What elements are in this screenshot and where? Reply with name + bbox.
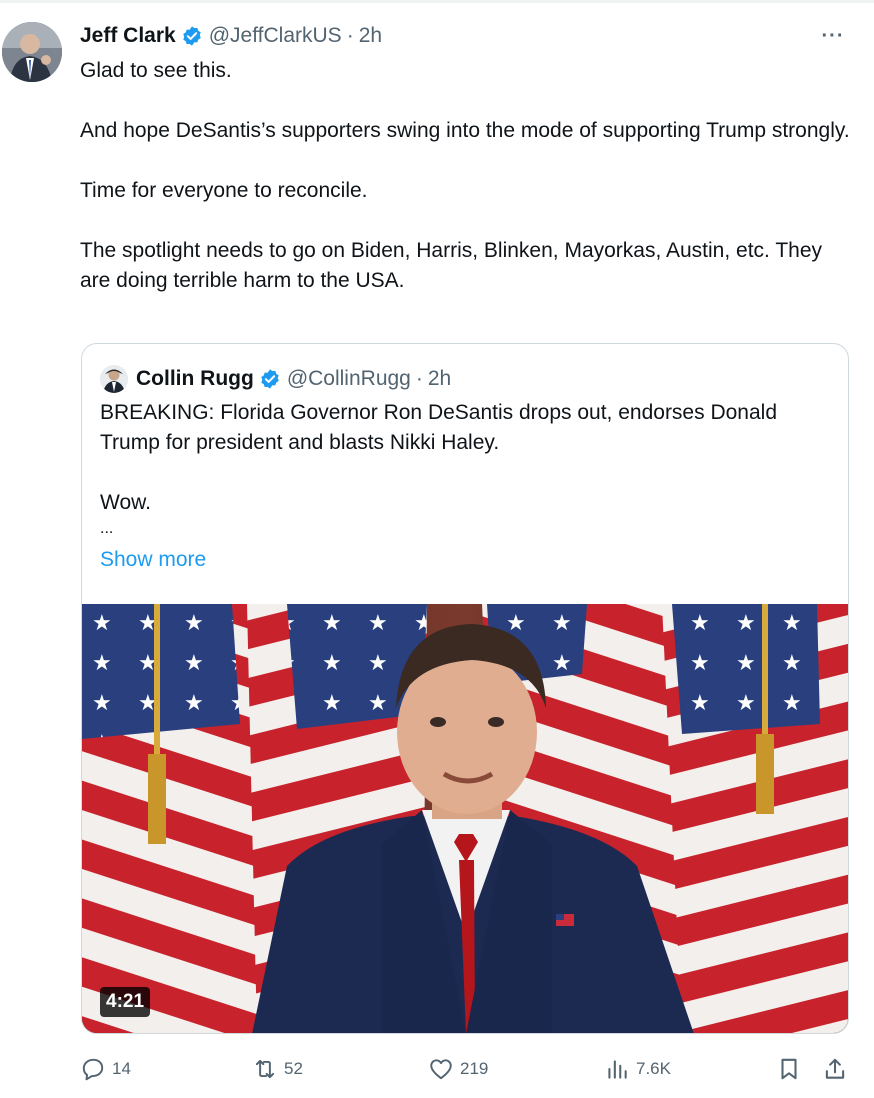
- tweet-paragraph: Time for everyone to reconcile.: [80, 179, 368, 202]
- retweet-count: 52: [284, 1059, 303, 1078]
- like-button[interactable]: 219: [428, 1052, 488, 1086]
- tweet-paragraph: The spotlight needs to go on Biden, Harr…: [80, 239, 823, 292]
- quoted-tweet-header: Collin Rugg @CollinRugg · 2h: [100, 364, 451, 394]
- video-player[interactable]: ★: [82, 604, 848, 1033]
- quoted-ellipsis: ...: [100, 520, 114, 537]
- more-icon[interactable]: ···: [818, 22, 848, 50]
- views-button[interactable]: 7.6K: [604, 1052, 671, 1086]
- tweet-time[interactable]: 2h: [359, 24, 382, 48]
- tweet-text: Glad to see this. And hope DeSantis’s su…: [80, 56, 850, 326]
- tweet-paragraph: Glad to see this.: [80, 59, 232, 82]
- retweet-icon: [255, 1059, 275, 1079]
- quoted-paragraph: BREAKING: Florida Governor Ron DeSantis …: [100, 401, 777, 454]
- author-name[interactable]: Jeff Clark: [80, 24, 176, 48]
- quoted-paragraph: Wow.: [100, 491, 151, 514]
- quoted-author-name[interactable]: Collin Rugg: [136, 367, 254, 391]
- tweet-action-bar: 14 52 219 7.6K: [80, 1052, 850, 1086]
- bookmark-icon: [781, 1058, 797, 1080]
- quoted-author-handle[interactable]: @CollinRugg: [287, 367, 411, 391]
- author-avatar[interactable]: [2, 22, 62, 82]
- video-duration-badge: 4:21: [100, 987, 151, 1017]
- bookmark-button[interactable]: [776, 1052, 808, 1086]
- verified-badge-icon: [261, 369, 279, 389]
- views-icon: [608, 1060, 627, 1079]
- quoted-tweet-text: BREAKING: Florida Governor Ron DeSantis …: [100, 398, 830, 540]
- meta-separator: ·: [415, 367, 423, 390]
- tweet-paragraph: And hope DeSantis’s supporters swing int…: [80, 119, 850, 142]
- reply-icon: [82, 1058, 104, 1081]
- quoted-tweet-time[interactable]: 2h: [428, 367, 451, 391]
- meta-separator: ·: [346, 24, 354, 47]
- reply-count: 14: [112, 1059, 131, 1078]
- share-button[interactable]: [822, 1052, 854, 1086]
- tweet-header: Jeff Clark @JeffClarkUS · 2h: [80, 22, 382, 50]
- quoted-author-avatar[interactable]: [100, 365, 128, 393]
- video-thumbnail: ★: [82, 604, 848, 1033]
- show-more-link[interactable]: Show more: [100, 548, 206, 572]
- quoted-tweet-card[interactable]: Collin Rugg @CollinRugg · 2h BREAKING: F…: [81, 343, 849, 1034]
- retweet-button[interactable]: 52: [252, 1052, 303, 1086]
- like-count: 219: [460, 1059, 489, 1078]
- view-count: 7.6K: [636, 1059, 671, 1078]
- share-icon: [825, 1058, 845, 1079]
- like-icon: [430, 1059, 452, 1080]
- author-handle[interactable]: @JeffClarkUS: [209, 24, 342, 48]
- verified-badge-icon: [183, 26, 201, 46]
- top-divider: [0, 0, 874, 3]
- reply-button[interactable]: 14: [80, 1052, 131, 1086]
